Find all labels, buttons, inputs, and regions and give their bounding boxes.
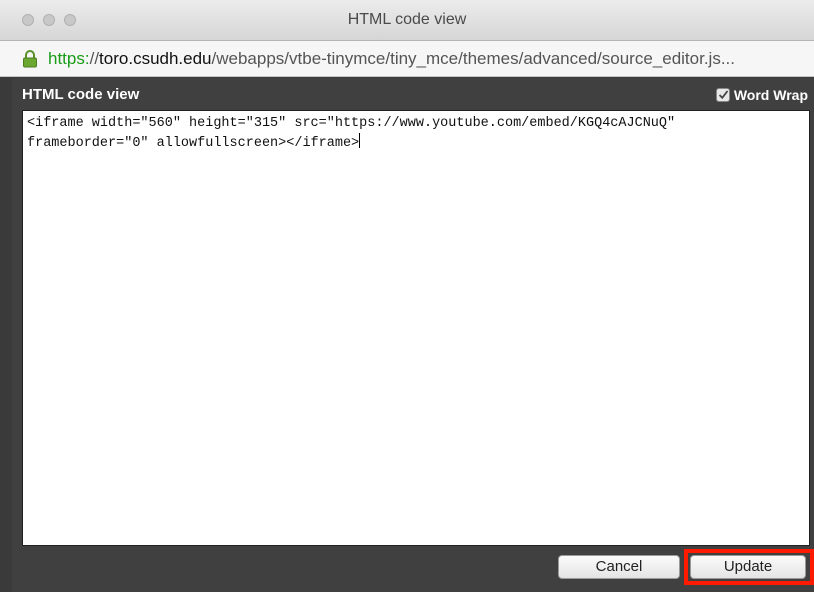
checkbox-checked-icon[interactable] [715,88,730,102]
url-host: toro.csudh.edu [99,49,212,68]
dialog-title: HTML code view [22,86,140,103]
text-caret [359,133,361,148]
html-source-textarea[interactable]: <iframe width="560" height="315" src="ht… [22,110,810,546]
word-wrap-label: Word Wrap [733,87,808,103]
editor-content: <iframe width="560" height="315" src="ht… [27,116,676,151]
source-editor-dialog: HTML code view Word Wrap <iframe width="… [12,78,814,592]
window-title: HTML code view [347,11,467,28]
url-scheme: https: [48,49,90,68]
word-wrap-toggle[interactable]: Word Wrap [715,87,808,103]
url-host-prefix: // [89,49,100,68]
update-button[interactable]: Update [690,555,806,579]
address-bar[interactable]: https://toro.csudh.edu/webapps/vtbe-tiny… [0,41,814,77]
url-text[interactable]: https://toro.csudh.edu/webapps/vtbe-tiny… [48,49,735,69]
cancel-button[interactable]: Cancel [558,555,680,579]
url-path: /webapps/vtbe-tinymce/tiny_mce/themes/ad… [211,49,736,68]
browser-window: HTML code view https://toro.csudh.edu/we… [0,0,814,592]
title-bar[interactable]: HTML code view [0,0,814,41]
lock-icon [22,50,38,68]
